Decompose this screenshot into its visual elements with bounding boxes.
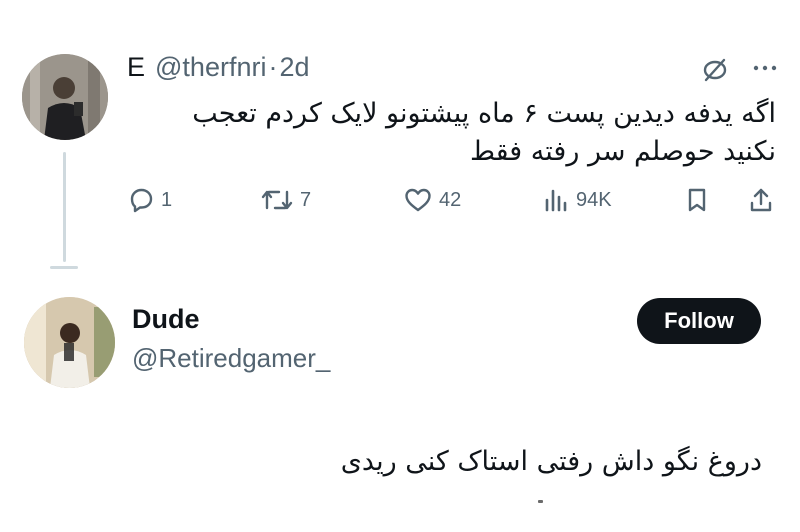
retweet-count: 7: [300, 188, 312, 211]
bookmark-button[interactable]: [683, 186, 711, 214]
reply-author-handle[interactable]: @Retiredgamer_: [132, 343, 330, 374]
retweet-button[interactable]: 7: [260, 186, 311, 214]
views-button[interactable]: 94K: [542, 186, 612, 214]
heart-icon: [405, 188, 431, 212]
more-icon[interactable]: [750, 56, 780, 80]
thread-connector: [50, 266, 78, 269]
avatar[interactable]: [24, 297, 115, 388]
tweet-text-line: اگه یدفه دیدین پست ۶ ماه پیشتونو لایک کر…: [192, 98, 776, 129]
reply-button[interactable]: 1: [127, 186, 172, 214]
share-icon: [750, 188, 772, 212]
avatar[interactable]: [22, 54, 108, 140]
tweet-timestamp[interactable]: 2d: [279, 52, 309, 83]
bookmark-icon: [688, 188, 706, 212]
share-button[interactable]: [747, 186, 775, 214]
follow-button[interactable]: Follow: [637, 298, 761, 344]
thread-line: [63, 152, 66, 262]
dot: [538, 500, 543, 503]
tweet-header: E @therfnri · 2d: [127, 52, 310, 83]
avatar-photo: [24, 297, 115, 388]
like-count: 42: [439, 188, 462, 211]
like-button[interactable]: 42: [403, 186, 461, 214]
reply-text: دروغ نگو داش رفتی استاک کنی ریدی: [340, 446, 762, 477]
author-handle[interactable]: @therfnri: [155, 52, 266, 83]
reply-author-name[interactable]: Dude: [132, 304, 200, 335]
tweet-text-line: نکنید حوصلم سر رفته فقط: [470, 136, 776, 167]
retweet-icon: [261, 190, 293, 210]
reply-count: 1: [161, 188, 173, 211]
author-name[interactable]: E: [127, 52, 145, 83]
views-icon: [545, 189, 567, 212]
tweet-text: اگه یدفه دیدین پست ۶ ماه پیشتونو لایک کر…: [136, 95, 776, 171]
avatar-photo: [22, 54, 108, 140]
reply-icon: [130, 188, 153, 213]
separator-dot: ·: [268, 52, 278, 82]
view-count: 94K: [576, 188, 612, 211]
hide-icon[interactable]: [700, 55, 730, 85]
